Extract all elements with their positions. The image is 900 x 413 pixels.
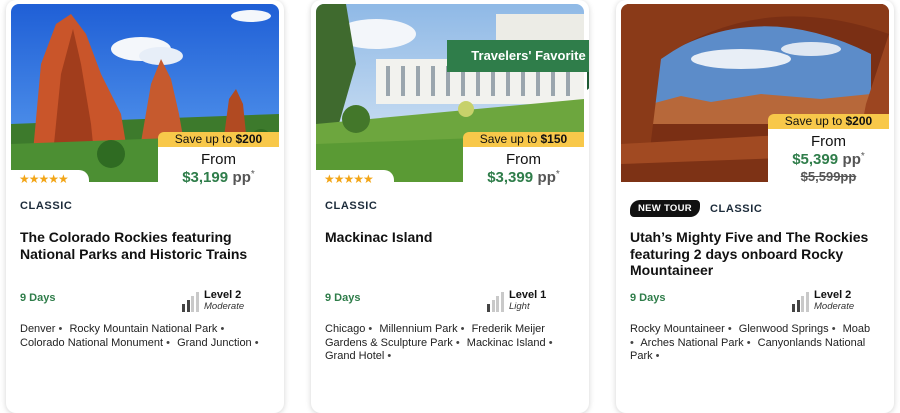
badge-row: CLASSIC <box>325 200 377 212</box>
asterisk: * <box>555 169 560 180</box>
price-box: Save up to $200 From $3,199 pp* <box>158 132 279 187</box>
level-bars-icon <box>487 292 505 312</box>
original-price: $5,599pp <box>800 169 857 184</box>
destination: Denver <box>20 323 62 335</box>
asterisk: * <box>250 169 255 180</box>
destination-list: Rocky Mountaineer Glenwood Springs Moab … <box>630 323 880 364</box>
star-rating: ★★★★★ <box>316 170 394 188</box>
destination: Arches National Park <box>640 337 750 349</box>
per-person-label: pp <box>537 169 556 186</box>
destination-list: Chicago Millennium Park Frederik Meijer … <box>325 323 575 364</box>
tour-card-colorado[interactable]: Save up to $200 From $3,199 pp* ★★★★★ CL… <box>6 0 284 413</box>
per-person-label: pp <box>842 151 861 168</box>
badge-row: NEW TOUR CLASSIC <box>630 200 762 217</box>
level-name: Level 2 <box>814 289 852 301</box>
tour-title[interactable]: Utah’s Mighty Five and The Rockies featu… <box>630 229 880 279</box>
tour-title[interactable]: Mackinac Island <box>325 229 575 246</box>
badge-row: CLASSIC <box>20 200 72 212</box>
savings-badge: Save up to $200 <box>158 132 279 147</box>
level-bars-icon <box>182 292 200 312</box>
destination: Grand Junction <box>177 337 259 349</box>
destination: Rocky Mountaineer <box>630 323 732 335</box>
tour-card-mackinac[interactable]: Travelers' Favorite Save up to $150 From… <box>311 0 589 413</box>
level-description: Moderate <box>814 301 855 312</box>
destination-list: Denver Rocky Mountain National Park Colo… <box>20 323 270 350</box>
travelers-favorite-ribbon: Travelers' Favorite <box>447 40 589 72</box>
destination: Glenwood Springs <box>739 323 836 335</box>
price: $3,199 <box>182 169 229 186</box>
category-label: CLASSIC <box>709 202 763 215</box>
savings-badge: Save up to $200 <box>768 114 889 129</box>
from-label: From <box>811 133 846 150</box>
destination: Millennium Park <box>379 323 464 335</box>
savings-badge: Save up to $150 <box>463 132 584 147</box>
destination: Grand Hotel <box>325 350 391 362</box>
destination: Rocky Mountain National Park <box>69 323 224 335</box>
new-tour-tag: NEW TOUR <box>630 200 700 217</box>
category-label: CLASSIC <box>20 200 73 212</box>
tour-card-utah[interactable]: Save up to $200 From $5,399 pp* $5,599pp… <box>616 0 894 413</box>
tour-title[interactable]: The Colorado Rockies featuring National … <box>20 229 270 262</box>
destination: Colorado National Monument <box>20 337 170 349</box>
star-rating: ★★★★★ <box>11 170 89 188</box>
price-box: Save up to $200 From $5,399 pp* $5,599pp <box>768 114 889 184</box>
level-description: Moderate <box>204 301 245 312</box>
destination: Chicago <box>325 323 372 335</box>
from-label: From <box>506 151 541 168</box>
per-person-label: pp <box>232 169 251 186</box>
duration: 9 Days <box>20 292 56 304</box>
price-line: $3,199 pp* <box>158 169 279 187</box>
level-name: Level 1 <box>509 289 547 301</box>
level-description: Light <box>509 301 530 312</box>
price-line: $3,399 pp* <box>463 169 584 187</box>
price-line: $5,399 pp* <box>768 151 889 169</box>
from-label: From <box>201 151 236 168</box>
destination: Mackinac Island <box>467 337 553 349</box>
activity-level: Level 2 Moderate <box>182 290 244 312</box>
level-name: Level 2 <box>204 289 242 301</box>
category-label: CLASSIC <box>325 200 378 212</box>
activity-level: Level 1 Light <box>487 290 546 312</box>
price: $3,399 <box>487 169 534 186</box>
price-box: Save up to $150 From $3,399 pp* <box>463 132 584 187</box>
level-bars-icon <box>792 292 810 312</box>
asterisk: * <box>860 151 865 162</box>
activity-level: Level 2 Moderate <box>792 290 854 312</box>
duration: 9 Days <box>325 292 361 304</box>
ribbon-tail <box>587 72 589 90</box>
price: $5,399 <box>792 151 839 168</box>
duration: 9 Days <box>630 292 666 304</box>
